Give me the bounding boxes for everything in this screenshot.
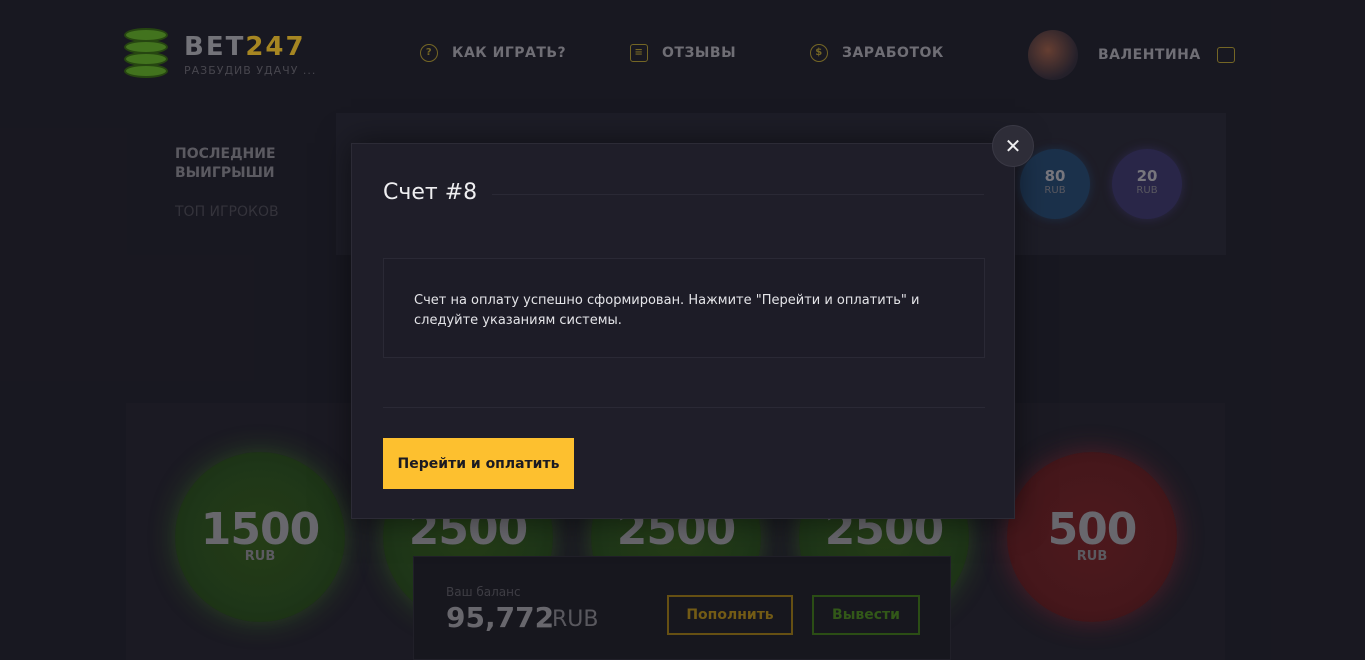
invoice-modal: Счет #8 Счет на оплату успешно сформиров…	[351, 143, 1015, 519]
close-icon[interactable]: ✕	[992, 125, 1034, 167]
go-and-pay-button[interactable]: Перейти и оплатить	[383, 438, 574, 489]
modal-message: Счет на оплату успешно сформирован. Нажм…	[414, 293, 920, 328]
title-divider	[492, 194, 984, 195]
modal-message-box: Счет на оплату успешно сформирован. Нажм…	[383, 258, 985, 358]
modal-title: Счет #8	[383, 180, 478, 205]
modal-divider	[383, 407, 985, 408]
